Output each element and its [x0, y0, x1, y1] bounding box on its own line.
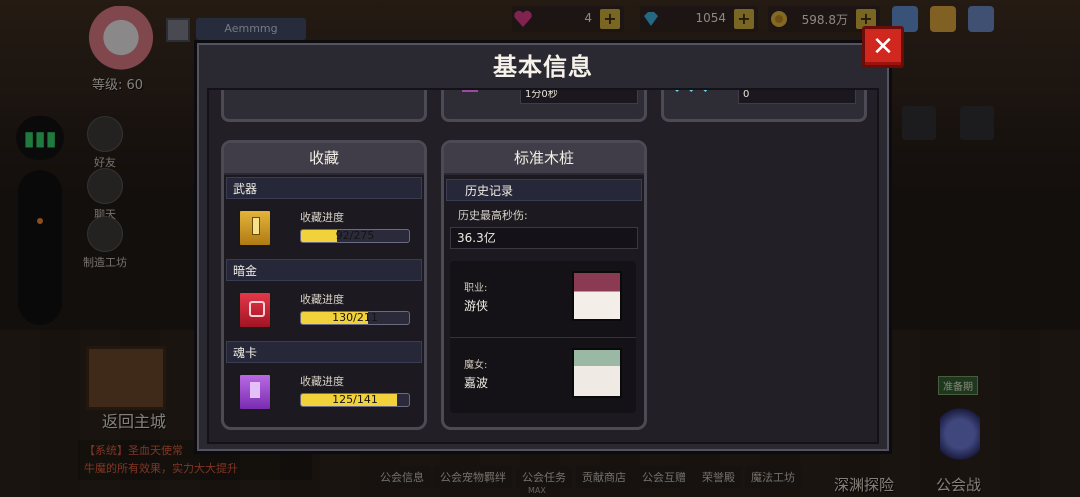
ranger-portrait[interactable]	[572, 271, 622, 321]
category-soul-card: 魂卡	[226, 341, 422, 363]
sparkle-icon: ◆◆◆	[674, 88, 717, 93]
profession-value: 游侠	[464, 299, 489, 313]
category-weapon: 武器	[226, 177, 422, 199]
top-card-2-value: 1分0秒	[520, 90, 638, 104]
soul-card-progress-text: 125/141	[332, 393, 378, 406]
history-record-header: 历史记录	[446, 179, 642, 201]
category-dark-gold: 暗金	[226, 259, 422, 281]
top-card-1	[221, 90, 427, 122]
collection-progress-label: 收藏进度	[300, 375, 344, 388]
profession-key: 职业:	[464, 283, 488, 294]
witch-key: 魔女:	[464, 360, 488, 371]
dialog-content[interactable]: 1分0秒 ◆◆◆ 0 收藏 武器 收藏进度 92/275 暗金 收藏进度 130…	[207, 88, 879, 444]
gem-icon	[462, 90, 478, 92]
witch-row: 魔女: 嘉波	[450, 337, 636, 412]
soul-card-book-icon	[238, 373, 272, 411]
top-card-3: ◆◆◆ 0	[661, 88, 867, 122]
collection-row-soul-card: 收藏进度 125/141	[224, 363, 424, 421]
character-panel: 职业: 游侠 魔女: 嘉波	[450, 261, 636, 413]
training-dummy-title: 标准木桩	[444, 143, 644, 175]
weapon-book-icon	[238, 209, 272, 247]
witch-value: 嘉波	[464, 376, 489, 390]
soul-card-progress-bar: 125/141	[300, 393, 410, 407]
top-card-2: 1分0秒	[441, 90, 647, 122]
witch-portrait[interactable]	[572, 348, 622, 398]
max-dps-label: 历史最高秒伤:	[458, 209, 528, 222]
max-dps-value: 36.3亿	[450, 227, 638, 249]
collection-progress-label: 收藏进度	[300, 293, 344, 306]
dark-gold-progress-bar: 130/211	[300, 311, 410, 325]
collection-row-dark-gold: 收藏进度 130/211	[224, 281, 424, 339]
collection-row-weapon: 收藏进度 92/275	[224, 199, 424, 257]
top-card-3-value: 0	[738, 90, 856, 104]
profession-row: 职业: 游侠	[450, 261, 636, 335]
training-dummy-card: 标准木桩 历史记录 历史最高秒伤: 36.3亿 职业: 游侠 魔女: 嘉波	[441, 140, 647, 430]
collection-card: 收藏 武器 收藏进度 92/275 暗金 收藏进度 130/211 魂卡 收藏进…	[221, 140, 427, 430]
weapon-progress-bar: 92/275	[300, 229, 410, 243]
dialog-title: 基本信息	[493, 53, 593, 81]
dark-gold-book-icon	[238, 291, 272, 329]
close-icon[interactable]: ✕	[862, 26, 904, 68]
collection-title: 收藏	[224, 143, 424, 175]
collection-progress-label: 收藏进度	[300, 211, 344, 224]
dark-gold-progress-text: 130/211	[332, 311, 378, 324]
weapon-progress-text: 92/275	[335, 229, 375, 242]
basic-info-dialog: 基本信息 1分0秒 ◆◆◆ 0 收藏 武器 收藏进度 92/275 暗金 收藏进…	[194, 40, 892, 454]
